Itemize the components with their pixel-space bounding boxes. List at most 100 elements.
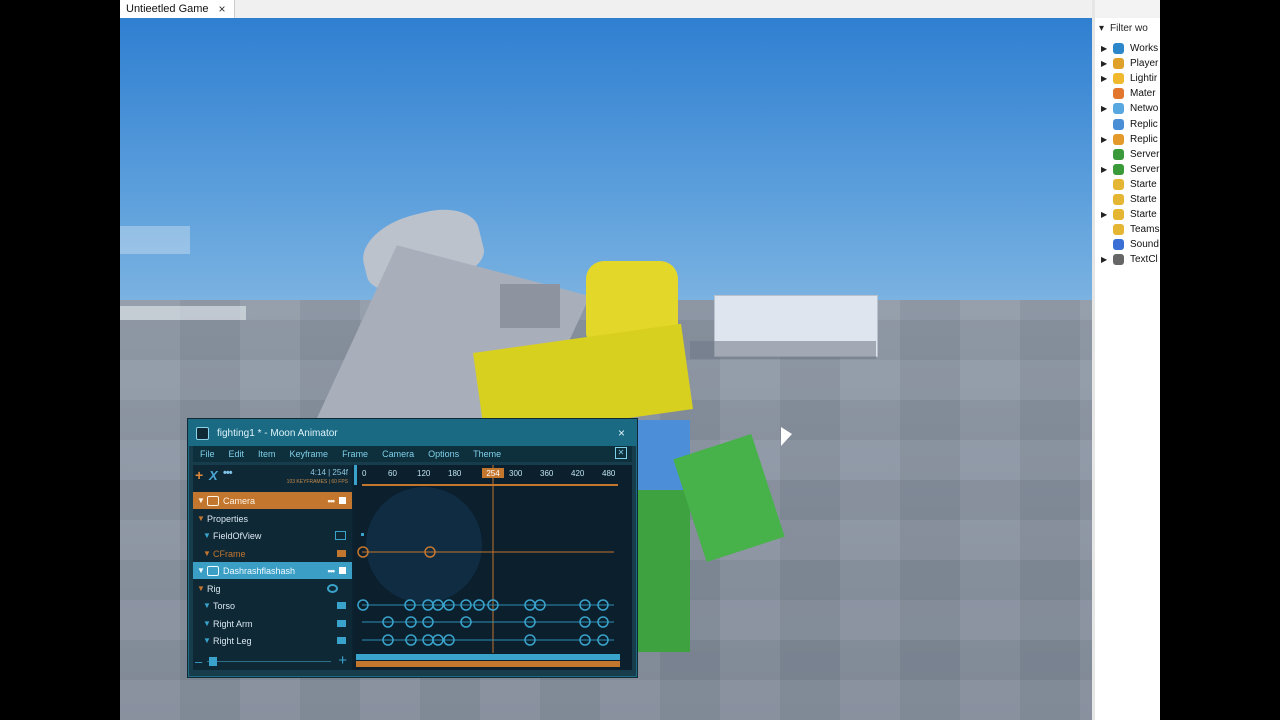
track-rig[interactable]: ▼ Rig (193, 580, 352, 597)
explorer-item-label: Replic (1130, 118, 1158, 130)
collapse-arrow-icon[interactable]: ▼ (197, 514, 207, 523)
service-icon (1113, 224, 1124, 236)
collapse-arrow-icon[interactable]: ▼ (197, 566, 207, 575)
explorer-item[interactable]: ▶ Works (1101, 41, 1158, 56)
explorer-filter[interactable]: ▾ Filter wo (1099, 23, 1148, 34)
expand-arrow-icon[interactable]: ▶ (1101, 104, 1111, 113)
zoom-slider-handle[interactable] (209, 657, 217, 666)
explorer-item[interactable]: Teams (1101, 222, 1159, 237)
track-rig-dashrash[interactable]: ▼ Dashrashflashash ••• (193, 562, 352, 579)
ruler-tick-label: 60 (388, 469, 397, 478)
explorer-item[interactable]: ▶ Lightir (1101, 71, 1157, 86)
expand-arrow-icon[interactable]: ▶ (1101, 165, 1111, 174)
track-right-arm[interactable]: ▼ Right Arm (193, 615, 352, 632)
property-icon (337, 620, 346, 627)
timeline-area[interactable]: 254 0 60 120 180 300 360 420 480 (354, 465, 632, 670)
menu-camera[interactable]: Camera (382, 449, 414, 459)
moon-close-icon[interactable]: × (618, 426, 625, 440)
explorer-item-label: TextCl (1130, 254, 1158, 266)
horizontal-scrollbar[interactable] (356, 654, 620, 660)
service-icon (1113, 178, 1124, 190)
track-fieldofview[interactable]: ▼ FieldOfView (193, 527, 352, 544)
moon-animator-window[interactable]: fighting1 * - Moon Animator × File Edit … (188, 419, 637, 677)
moon-body: + X ••• 4:14 | 254f 103 KEYFRAMES | 60 F… (193, 465, 632, 670)
track-cframe[interactable]: ▼ CFrame (193, 545, 352, 562)
service-icon (1113, 73, 1124, 85)
timeline-svg: 254 0 60 120 180 300 360 420 480 (354, 465, 620, 667)
ruler-tick-label: 300 (509, 469, 523, 478)
track-camera[interactable]: ▼ Camera ••• (193, 492, 352, 509)
explorer-item[interactable]: ▶ Replic (1101, 132, 1158, 147)
track-label: Camera (223, 495, 256, 506)
explorer-item[interactable]: Sound (1101, 237, 1159, 252)
explorer-item[interactable]: Starte (1101, 192, 1157, 207)
track-torso[interactable]: ▼ Torso (193, 597, 352, 614)
moon-menu-bar: File Edit Item Keyframe Frame Camera Opt… (193, 446, 632, 462)
explorer-item[interactable]: ▶ Netwo (1101, 101, 1158, 116)
menu-file[interactable]: File (200, 449, 215, 459)
keyframe-fov[interactable] (361, 533, 364, 536)
document-tab-bar: Untieetled Game × (120, 0, 1092, 19)
add-track-icon[interactable]: + (195, 467, 203, 483)
zoom-out-icon[interactable]: – (195, 654, 202, 669)
timeline-left-edge (354, 465, 357, 485)
menu-theme[interactable]: Theme (473, 449, 501, 459)
menu-keyframe[interactable]: Keyframe (290, 449, 329, 459)
collapse-arrow-icon[interactable]: ▼ (203, 601, 213, 610)
ruler-tick-label: 180 (448, 469, 462, 478)
game-tab[interactable]: Untieetled Game × (120, 0, 235, 18)
explorer-item[interactable]: ▶ Player (1101, 56, 1158, 71)
menu-item[interactable]: Item (258, 449, 276, 459)
track-label: Right Leg (213, 635, 252, 646)
keyframe-count: 103 KEYFRAMES | 60 FPS (286, 479, 348, 485)
collapse-arrow-icon[interactable]: ▼ (197, 584, 207, 593)
ruler-tick-label: 0 (362, 469, 367, 478)
collapse-arrow-icon[interactable]: ▼ (203, 549, 213, 558)
ruler-tick-label: 120 (417, 469, 431, 478)
eye-icon[interactable] (327, 584, 338, 593)
service-icon (1113, 118, 1124, 130)
menu-frame[interactable]: Frame (342, 449, 368, 459)
collapse-arrow-icon[interactable]: ▼ (203, 619, 213, 628)
easing-tool-icon[interactable]: X (209, 468, 218, 483)
track-label: Right Arm (213, 618, 253, 629)
menu-edit[interactable]: Edit (229, 449, 245, 459)
expand-arrow-icon[interactable]: ▶ (1101, 74, 1111, 83)
expand-arrow-icon[interactable]: ▶ (1101, 255, 1111, 264)
explorer-item[interactable]: Mater (1101, 86, 1156, 101)
expand-arrow-icon[interactable]: ▶ (1101, 44, 1111, 53)
track-properties[interactable]: ▼ Properties (193, 510, 352, 527)
zoom-in-icon[interactable]: + (338, 652, 347, 669)
menu-close-icon[interactable]: ✕ (615, 447, 627, 459)
explorer-item-label: Works (1130, 43, 1159, 54)
explorer-item[interactable]: ▶ Server (1101, 162, 1159, 177)
track-select-box[interactable] (339, 567, 346, 574)
expand-arrow-icon[interactable]: ▶ (1101, 59, 1111, 68)
filter-placeholder: Filter wo (1110, 23, 1148, 34)
collapse-arrow-icon[interactable]: ▼ (203, 636, 213, 645)
ruler-tick-label: 360 (540, 469, 554, 478)
track-options-icon[interactable]: ••• (328, 496, 336, 506)
track-options-icon[interactable]: ••• (328, 566, 336, 576)
explorer-item[interactable]: ▶ TextCl (1101, 252, 1158, 267)
track-right-leg[interactable]: ▼ Right Leg (193, 632, 352, 649)
ghost-ui-row (120, 306, 246, 320)
moon-title-bar[interactable]: fighting1 * - Moon Animator × (189, 420, 636, 446)
tab-title: Untieetled Game (126, 3, 209, 15)
tab-close-icon[interactable]: × (219, 2, 226, 16)
collapse-arrow-icon[interactable]: ▼ (197, 496, 207, 505)
explorer-item[interactable]: ▶ Starte (1101, 207, 1157, 222)
explorer-item[interactable]: Server (1101, 147, 1159, 162)
explorer-item[interactable]: Starte (1101, 177, 1157, 192)
more-options-icon[interactable]: ••• (223, 467, 233, 479)
expand-arrow-icon[interactable]: ▶ (1101, 210, 1111, 219)
explorer-item[interactable]: Replic (1101, 117, 1158, 132)
expand-arrow-icon[interactable]: ▶ (1101, 135, 1111, 144)
track-select-box[interactable] (339, 497, 346, 504)
collapse-arrow-icon[interactable]: ▼ (203, 531, 213, 540)
zoom-slider-track[interactable] (207, 661, 331, 662)
playback-range-bar[interactable] (356, 661, 620, 667)
letterbox (1160, 0, 1280, 720)
service-icon (1113, 239, 1124, 251)
menu-options[interactable]: Options (428, 449, 459, 459)
